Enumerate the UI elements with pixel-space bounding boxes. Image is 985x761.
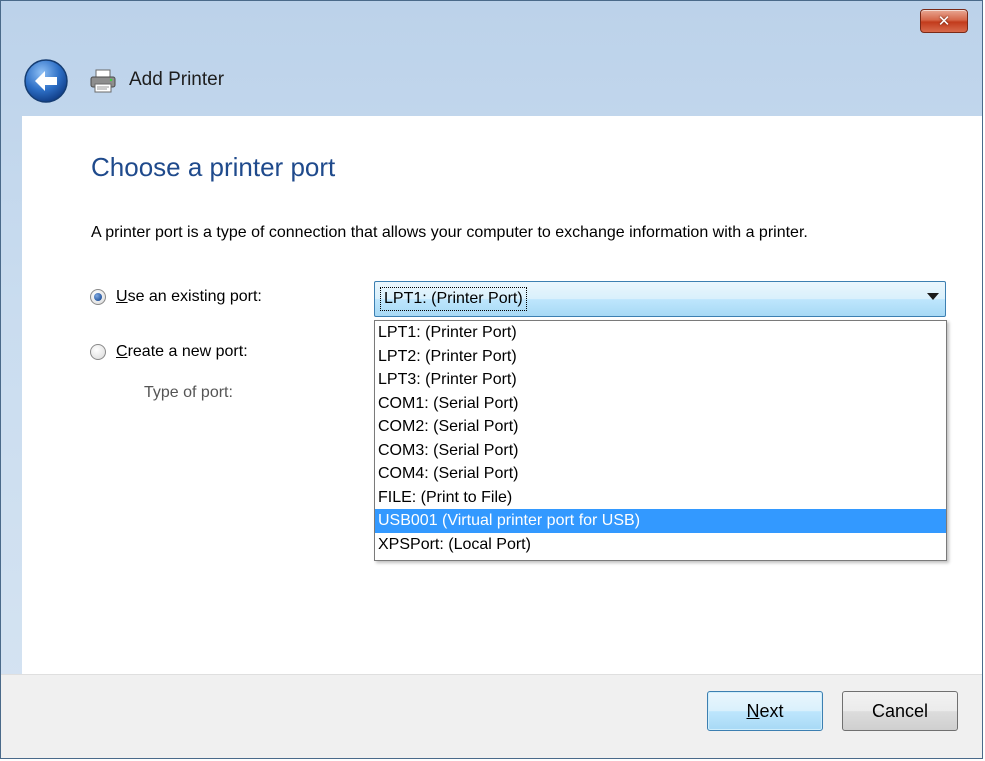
- close-button[interactable]: ✕: [920, 9, 968, 33]
- existing-port-select-value: LPT1: (Printer Port): [380, 287, 527, 311]
- add-printer-window: ✕ Add Printer Choose a printer port A pr…: [0, 0, 983, 759]
- page-heading: Choose a printer port: [91, 152, 336, 182]
- existing-port-access-key: U: [116, 288, 128, 305]
- back-arrow-icon: [24, 59, 68, 103]
- create-new-port-option[interactable]: Create a new port:: [90, 343, 248, 361]
- existing-port-radio[interactable]: [90, 289, 106, 305]
- port-option[interactable]: COM1: (Serial Port): [375, 392, 946, 416]
- wizard-footer: Next Cancel: [1, 674, 982, 758]
- type-of-port-label: Type of port:: [144, 384, 233, 401]
- printer-icon: [89, 68, 117, 94]
- port-option[interactable]: LPT1: (Printer Port): [375, 321, 946, 345]
- port-option-highlighted[interactable]: USB001 (Virtual printer port for USB): [375, 509, 946, 533]
- window-title: Add Printer: [129, 69, 225, 90]
- port-option[interactable]: COM3: (Serial Port): [375, 439, 946, 463]
- port-option[interactable]: LPT3: (Printer Port): [375, 368, 946, 392]
- next-button[interactable]: Next: [707, 691, 823, 731]
- port-option[interactable]: COM2: (Serial Port): [375, 415, 946, 439]
- port-option[interactable]: FILE: (Print to File): [375, 486, 946, 510]
- cancel-button[interactable]: Cancel: [842, 691, 958, 731]
- new-port-label-rest: reate a new port:: [127, 343, 248, 360]
- existing-port-select[interactable]: LPT1: (Printer Port): [374, 281, 946, 317]
- wizard-content: Choose a printer port A printer port is …: [22, 116, 982, 674]
- next-access-key: N: [746, 700, 760, 721]
- new-port-label: Create a new port:: [116, 343, 248, 361]
- new-port-access-key: C: [116, 343, 128, 360]
- close-icon: ✕: [937, 12, 951, 30]
- existing-port-label: Use an existing port:: [116, 288, 262, 306]
- chevron-down-icon[interactable]: [927, 293, 939, 300]
- use-existing-port-option[interactable]: Use an existing port:: [90, 288, 262, 306]
- next-label-rest: ext: [759, 700, 784, 721]
- port-dropdown-list: LPT1: (Printer Port) LPT2: (Printer Port…: [374, 320, 947, 561]
- page-description: A printer port is a type of connection t…: [91, 224, 808, 241]
- back-button[interactable]: [23, 58, 69, 104]
- port-option[interactable]: COM4: (Serial Port): [375, 462, 946, 486]
- port-option[interactable]: LPT2: (Printer Port): [375, 345, 946, 369]
- port-option[interactable]: XPSPort: (Local Port): [375, 533, 946, 557]
- new-port-radio[interactable]: [90, 344, 106, 360]
- existing-port-label-rest: se an existing port:: [127, 288, 262, 305]
